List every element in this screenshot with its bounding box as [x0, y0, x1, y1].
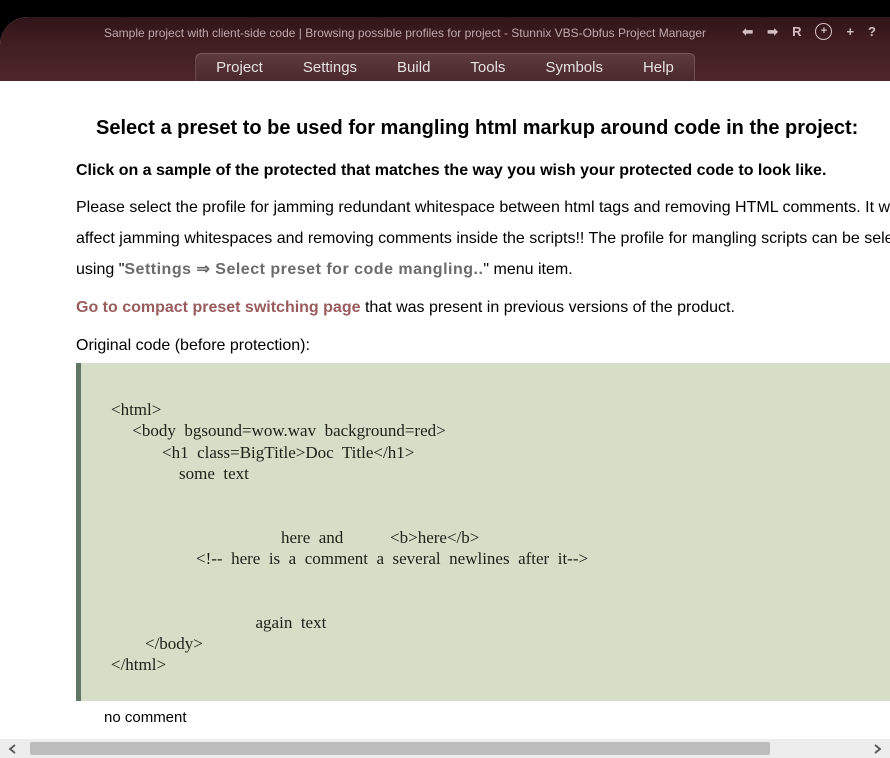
intro-suffix: " menu item. [483, 261, 572, 278]
content-area: Select a preset to be used for mangling … [16, 81, 890, 739]
menu-build[interactable]: Build [377, 54, 450, 81]
scroll-thumb[interactable] [30, 742, 770, 755]
main-menubar: Project Settings Build Tools Symbols Hel… [195, 53, 695, 81]
menu-help[interactable]: Help [623, 54, 694, 81]
intro-line-3: using "Settings ⇒ Select preset for code… [76, 260, 890, 281]
content-inner: Select a preset to be used for mangling … [16, 81, 890, 739]
settings-path-ref: Settings ⇒ Select preset for code mangli… [124, 261, 483, 278]
plus-icon[interactable]: + [846, 24, 854, 39]
compact-link-suffix: that was present in previous versions of… [361, 299, 735, 316]
zoom-icon[interactable]: + [815, 23, 832, 40]
scroll-track[interactable] [26, 739, 864, 758]
original-code-label: Original code (before protection): [76, 337, 890, 355]
window-title: Sample project with client-side code | B… [104, 26, 706, 40]
reload-icon[interactable]: R [792, 24, 801, 39]
forward-icon[interactable]: ➡ [767, 24, 778, 40]
compact-link-line: Go to compact preset switching page that… [76, 298, 890, 319]
scroll-left-icon[interactable] [0, 739, 26, 758]
scroll-right-icon[interactable] [864, 739, 890, 758]
no-comment-label: no comment [76, 701, 890, 726]
back-icon[interactable]: ⬅ [742, 24, 753, 40]
help-icon[interactable]: ? [868, 24, 876, 39]
menu-project[interactable]: Project [196, 54, 283, 81]
page-subtitle: Click on a sample of the protected that … [76, 162, 890, 180]
intro-line-1: Please select the profile for jamming re… [76, 198, 890, 219]
main-window: Sample project with client-side code | B… [0, 17, 890, 739]
menu-tools[interactable]: Tools [450, 54, 525, 81]
intro-prefix: using " [76, 261, 124, 278]
window-outer-border [0, 0, 890, 17]
menu-symbols[interactable]: Symbols [525, 54, 623, 81]
intro-line-2: affect jamming whitespaces and removing … [76, 229, 890, 250]
titlebar-controls: ⬅ ➡ R + + ? [742, 23, 876, 40]
menu-settings[interactable]: Settings [283, 54, 377, 81]
original-code-block: <html> <body bgsound=wow.wav background=… [76, 363, 890, 701]
titlebar: Sample project with client-side code | B… [0, 17, 890, 81]
page-title: Select a preset to be used for mangling … [96, 117, 890, 140]
compact-preset-link[interactable]: Go to compact preset switching page [76, 299, 361, 316]
horizontal-scrollbar[interactable] [0, 739, 890, 758]
